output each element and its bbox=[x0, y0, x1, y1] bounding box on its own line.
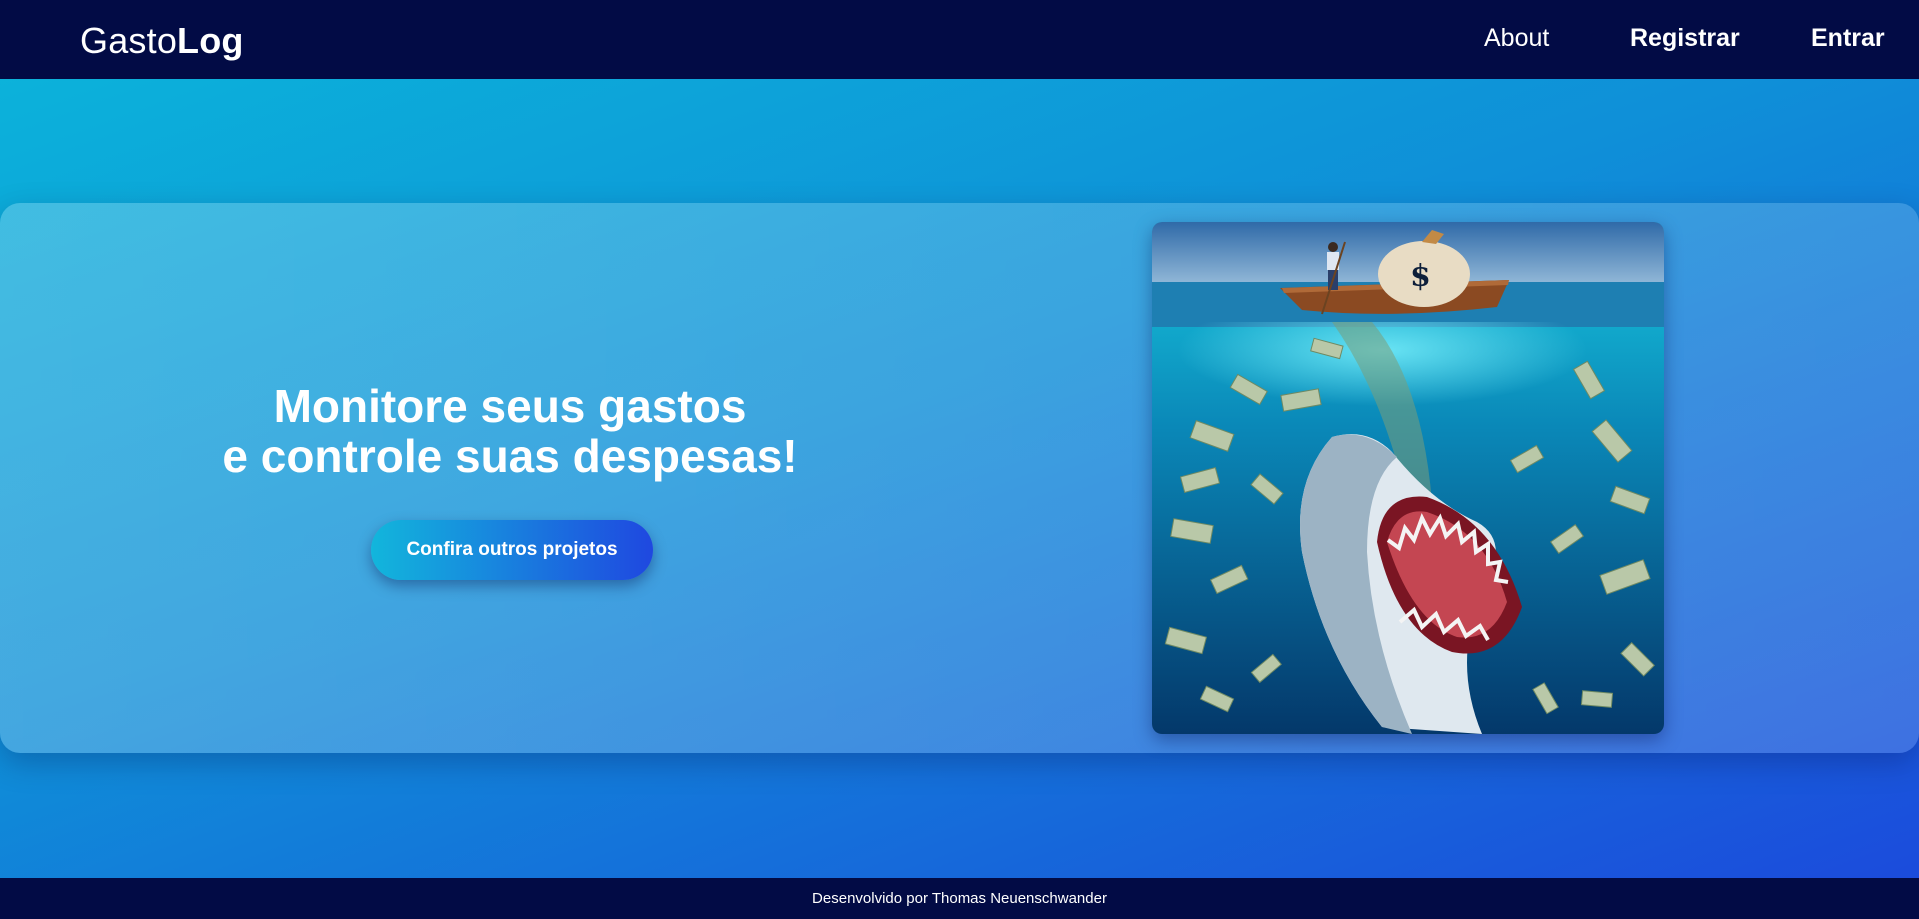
svg-text:$: $ bbox=[1410, 259, 1431, 294]
nav-register-link[interactable]: Registrar bbox=[1630, 24, 1740, 53]
hero-title: Monitore seus gastos e controle suas des… bbox=[150, 381, 870, 481]
top-navbar: GastoLog About Registrar Entrar bbox=[0, 0, 1919, 79]
hero-illustration: $ bbox=[1152, 222, 1664, 734]
hero-title-line1: Monitore seus gastos bbox=[273, 380, 747, 432]
footer: Desenvolvido por Thomas Neuenschwander bbox=[0, 878, 1919, 919]
hero-card: Monitore seus gastos e controle suas des… bbox=[0, 203, 1919, 753]
logo-text-light: Gasto bbox=[80, 20, 178, 61]
nav-login-link[interactable]: Entrar bbox=[1811, 24, 1885, 53]
logo[interactable]: GastoLog bbox=[80, 20, 244, 62]
logo-text-bold: Log bbox=[177, 20, 244, 61]
hero-title-line2: e controle suas despesas! bbox=[222, 430, 798, 482]
footer-text: Desenvolvido por Thomas Neuenschwander bbox=[812, 890, 1107, 907]
other-projects-button[interactable]: Confira outros projetos bbox=[371, 520, 653, 580]
shark-money-illustration: $ bbox=[1152, 222, 1664, 734]
nav-about-link[interactable]: About bbox=[1484, 24, 1549, 53]
